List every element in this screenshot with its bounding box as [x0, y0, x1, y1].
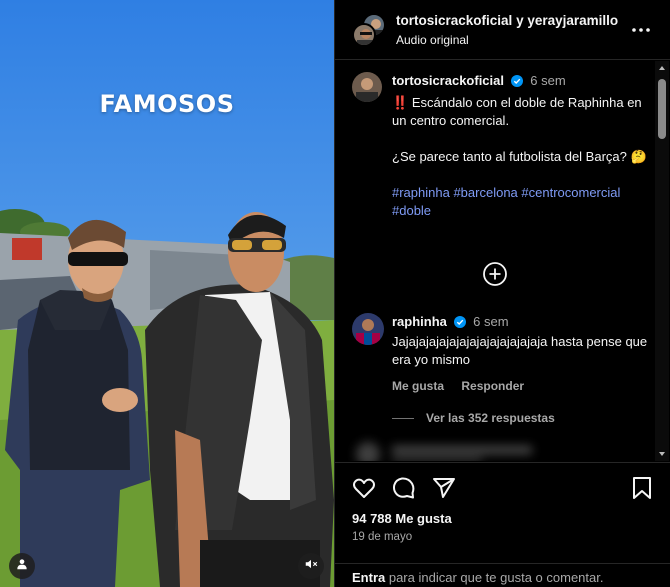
avatar: [352, 23, 376, 47]
hashtag-link[interactable]: #centrocomercial: [521, 185, 620, 200]
post-details-panel: tortosicrackoficial y yerayjaramillo Aud…: [334, 0, 670, 587]
comment-like-button[interactable]: Me gusta: [392, 379, 444, 393]
comments-scrollbar[interactable]: [655, 61, 669, 461]
action-icons: [351, 476, 457, 505]
comments-scroll-area[interactable]: tortosicrackoficial 6 sem ‼️ Escándalo c…: [335, 61, 655, 461]
comment-actions: Me gusta Responder: [392, 379, 524, 393]
comment-reply-button[interactable]: Responder: [461, 379, 524, 393]
mute-button[interactable]: [298, 553, 324, 579]
login-prompt: Entra para indicar que te gusta o coment…: [335, 563, 670, 587]
avatar[interactable]: [352, 313, 384, 345]
verified-icon: [510, 74, 523, 92]
bookmark-icon: [632, 476, 652, 504]
double-exclamation-mark: ‼️: [392, 95, 409, 110]
share-button[interactable]: [431, 477, 457, 503]
like-button[interactable]: [351, 477, 377, 503]
scroll-up-icon[interactable]: [658, 64, 666, 72]
more-icon: [632, 19, 650, 37]
login-prompt-text: para indicar que te gusta o comentar.: [385, 570, 604, 585]
caption-line-1: ‼️ Escándalo con el doble de Raphinha en…: [392, 94, 652, 130]
comment-text: Jajajajajajajajajajajajajajaja hasta pen…: [392, 334, 648, 367]
share-icon: [432, 476, 456, 505]
muted-speaker-icon: [304, 557, 318, 576]
login-link[interactable]: Entra: [352, 570, 385, 585]
video-frame: [0, 0, 334, 587]
post-header: tortosicrackoficial y yerayjaramillo Aud…: [335, 0, 670, 60]
hashtag-link[interactable]: #barcelona: [453, 185, 517, 200]
comment-button[interactable]: [391, 476, 417, 505]
caption-username[interactable]: tortosicrackoficial: [392, 73, 504, 88]
comment-time[interactable]: 6 sem: [473, 314, 508, 329]
scrollbar-thumb[interactable]: [658, 79, 666, 139]
view-replies-label: Ver las 352 respuestas: [426, 411, 555, 425]
video-overlay-text: FAMOSOS: [99, 90, 235, 118]
tagged-people-button[interactable]: [9, 553, 35, 579]
replies-divider: [392, 417, 414, 419]
header-user-1[interactable]: tortosicrackoficial: [396, 13, 512, 28]
audio-link[interactable]: Audio original: [396, 33, 469, 47]
hashtag-link[interactable]: #raphinha: [392, 185, 450, 200]
hashtag-link[interactable]: #doble: [392, 203, 431, 218]
load-more-comments-button[interactable]: [482, 261, 508, 287]
caption-time[interactable]: 6 sem: [530, 73, 565, 88]
collab-avatars[interactable]: [352, 13, 386, 47]
caption-line-1-text: Escándalo con el doble de Raphinha en un…: [392, 95, 642, 128]
caption-line-2: ¿Se parece tanto al futbolista del Barça…: [392, 149, 647, 164]
like-count[interactable]: 94 788 Me gusta: [352, 511, 452, 526]
verified-icon: [453, 315, 466, 333]
more-options-button[interactable]: [631, 18, 651, 38]
comment-icon: [392, 476, 416, 505]
save-button[interactable]: [629, 476, 655, 504]
avatar[interactable]: [352, 72, 382, 102]
post-date[interactable]: 19 de mayo: [352, 531, 412, 543]
post-footer: 94 788 Me gusta 19 de mayo Entra para in…: [335, 462, 670, 587]
caption-hashtags: #raphinha #barcelona #centrocomercial #d…: [392, 184, 652, 220]
plus-circle-icon: [482, 262, 508, 291]
header-user-2[interactable]: yerayjaramillo: [527, 13, 618, 28]
post-media[interactable]: FAMOSOS: [0, 0, 334, 587]
heart-icon: [352, 476, 376, 505]
header-usernames: tortosicrackoficial y yerayjaramillo: [396, 13, 618, 28]
scroll-down-icon[interactable]: [658, 450, 666, 458]
blurred-comment-preview: [352, 442, 652, 461]
view-replies-button[interactable]: Ver las 352 respuestas: [392, 411, 555, 425]
header-connector: y: [516, 13, 524, 28]
person-tag-icon: [15, 557, 29, 576]
comment-username[interactable]: raphinha: [392, 314, 447, 329]
